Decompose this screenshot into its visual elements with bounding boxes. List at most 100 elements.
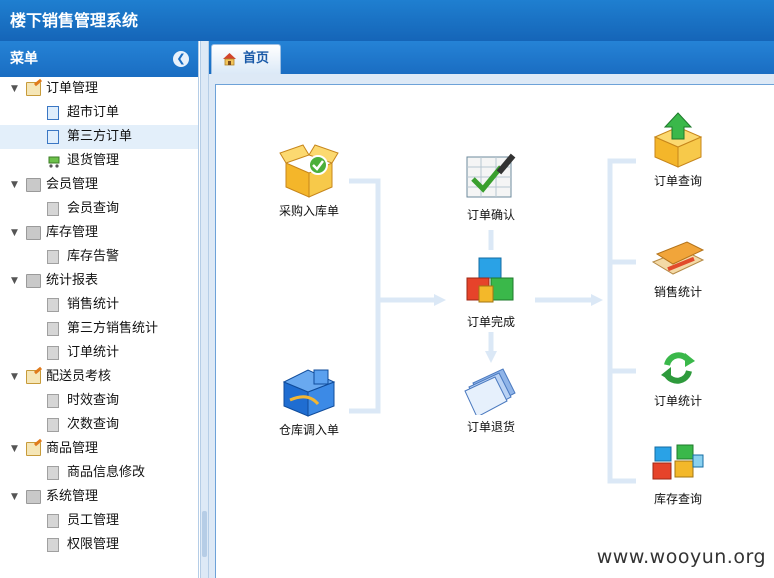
menu-group-1[interactable]: ▼ 会员管理 bbox=[0, 173, 198, 197]
menu-item-0-0[interactable]: 超市订单 bbox=[0, 101, 198, 125]
sidebar-splitter[interactable] bbox=[200, 41, 209, 578]
page-icon bbox=[47, 298, 59, 312]
menu-group-6[interactable]: ▼ 系统管理 bbox=[0, 485, 198, 509]
menu-item-label: 销售统计 bbox=[67, 297, 120, 312]
home-icon bbox=[223, 53, 236, 66]
spreadsheet-check-icon bbox=[466, 153, 516, 198]
menu-item-0-2[interactable]: 退货管理 bbox=[0, 149, 198, 173]
folder-icon bbox=[26, 226, 41, 240]
menu-header: 菜单 ❮ bbox=[0, 41, 198, 77]
expand-arrow-icon[interactable]: ▼ bbox=[11, 173, 18, 197]
menu-group-4[interactable]: ▼ 配送员考核 bbox=[0, 365, 198, 389]
menu-group-label: 库存管理 bbox=[46, 225, 99, 240]
folder-icon bbox=[26, 490, 41, 504]
menu-group-3[interactable]: ▼ 统计报表 bbox=[0, 269, 198, 293]
page-icon bbox=[47, 418, 59, 432]
notes-pencil-icon bbox=[651, 241, 705, 275]
refresh-icon bbox=[661, 352, 695, 384]
warehouse-icon bbox=[282, 369, 336, 417]
flow-order-confirm[interactable]: 订单确认 bbox=[451, 151, 531, 223]
page-icon bbox=[47, 130, 59, 144]
arrowhead-return bbox=[485, 351, 497, 363]
flow-order-stats-label: 订单统计 bbox=[653, 394, 702, 408]
flow-stock-query[interactable]: 库存查询 bbox=[643, 441, 713, 507]
menu-item-label: 订单统计 bbox=[67, 345, 120, 360]
flow-purchase-in[interactable]: 采购入库单 bbox=[269, 141, 349, 219]
expand-arrow-icon[interactable]: ▼ bbox=[11, 77, 18, 101]
menu-item-label: 超市订单 bbox=[67, 105, 120, 120]
boxes-icon bbox=[652, 444, 704, 480]
menu-item-0-1[interactable]: 第三方订单 bbox=[0, 125, 198, 149]
page-icon bbox=[47, 514, 59, 528]
flow-order-complete[interactable]: 订单完成 bbox=[451, 254, 531, 330]
menu-item-3-0[interactable]: 销售统计 bbox=[0, 293, 198, 317]
folder-edit-icon bbox=[26, 82, 41, 96]
menu-item-label: 第三方销售统计 bbox=[67, 321, 159, 336]
page-icon bbox=[47, 250, 59, 264]
flow-canvas: 采购入库单 仓库调入单 订单确认 订单完成 订单退货 订单查询 销售统计 订单统… bbox=[215, 84, 774, 578]
menu-group-label: 订单管理 bbox=[46, 81, 99, 96]
menu-title: 菜单 bbox=[10, 51, 38, 67]
page-icon bbox=[47, 346, 59, 360]
menu-item-label: 次数查询 bbox=[67, 417, 120, 432]
page-icon bbox=[47, 106, 59, 120]
flow-order-query[interactable]: 订单查询 bbox=[643, 111, 713, 189]
tab-home[interactable]: 首页 bbox=[211, 44, 281, 74]
expand-arrow-icon[interactable]: ▼ bbox=[11, 437, 18, 461]
menu-item-label: 权限管理 bbox=[67, 537, 120, 552]
documents-stack-icon bbox=[464, 368, 516, 415]
menu-item-6-0[interactable]: 员工管理 bbox=[0, 509, 198, 533]
menu-item-label: 时效查询 bbox=[67, 393, 120, 408]
arrowhead-right bbox=[591, 294, 603, 306]
expand-arrow-icon[interactable]: ▼ bbox=[11, 269, 18, 293]
menu-item-label: 第三方订单 bbox=[67, 129, 133, 144]
expand-arrow-icon[interactable]: ▼ bbox=[11, 485, 18, 509]
page-icon bbox=[47, 322, 59, 336]
menu-group-2[interactable]: ▼ 库存管理 bbox=[0, 221, 198, 245]
box-up-arrow-icon bbox=[653, 112, 703, 168]
tab-bar: 首页 bbox=[209, 41, 774, 74]
menu-item-4-1[interactable]: 次数查询 bbox=[0, 413, 198, 437]
menu-item-1-0[interactable]: 会员查询 bbox=[0, 197, 198, 221]
folder-icon bbox=[26, 274, 41, 288]
flow-purchase-in-label: 采购入库单 bbox=[278, 204, 339, 218]
bracket-left bbox=[349, 178, 381, 414]
app-title: 楼下销售管理系统 bbox=[10, 11, 139, 30]
menu-item-5-0[interactable]: 商品信息修改 bbox=[0, 461, 198, 485]
folder-icon bbox=[26, 178, 41, 192]
collapse-sidebar-icon[interactable]: ❮ bbox=[173, 51, 189, 67]
menu-item-label: 员工管理 bbox=[67, 513, 120, 528]
menu-item-4-0[interactable]: 时效查询 bbox=[0, 389, 198, 413]
flow-warehouse-transfer[interactable]: 仓库调入单 bbox=[269, 362, 349, 438]
sidebar-menu: 菜单 ❮ ▼ 订单管理 超市订单 第三方订单 退货管理 ▼ 会员管理 会员查询 ▼ 库存管理 库存告… bbox=[0, 41, 199, 578]
menu-item-3-1[interactable]: 第三方销售统计 bbox=[0, 317, 198, 341]
flow-order-confirm-label: 订单确认 bbox=[466, 208, 515, 222]
menu-group-label: 商品管理 bbox=[46, 441, 99, 456]
tab-home-label: 首页 bbox=[243, 51, 270, 66]
main-content: 采购入库单 仓库调入单 订单确认 订单完成 订单退货 订单查询 销售统计 订单统… bbox=[209, 74, 774, 578]
splitter-grip[interactable] bbox=[202, 511, 207, 557]
cubes-icon bbox=[466, 257, 514, 303]
page-icon bbox=[47, 466, 59, 480]
menu-group-label: 配送员考核 bbox=[46, 369, 112, 384]
expand-arrow-icon[interactable]: ▼ bbox=[11, 365, 18, 389]
menu-item-label: 退货管理 bbox=[67, 153, 120, 168]
menu-item-label: 库存告警 bbox=[67, 249, 120, 264]
expand-arrow-icon[interactable]: ▼ bbox=[11, 221, 18, 245]
menu-group-5[interactable]: ▼ 商品管理 bbox=[0, 437, 198, 461]
flow-order-stats[interactable]: 订单统计 bbox=[643, 345, 713, 409]
menu-tree: ▼ 订单管理 超市订单 第三方订单 退货管理 ▼ 会员管理 会员查询 ▼ 库存管理 库存告警 ▼ 统计报… bbox=[0, 77, 198, 557]
menu-group-0[interactable]: ▼ 订单管理 bbox=[0, 77, 198, 101]
page-icon bbox=[47, 538, 59, 552]
flow-sales-stats[interactable]: 销售统计 bbox=[643, 236, 713, 300]
menu-item-label: 商品信息修改 bbox=[67, 465, 146, 480]
menu-item-3-2[interactable]: 订单统计 bbox=[0, 341, 198, 365]
arrowhead-complete bbox=[434, 294, 446, 306]
menu-item-6-1[interactable]: 权限管理 bbox=[0, 533, 198, 557]
app-title-bar: 楼下销售管理系统 bbox=[0, 0, 774, 41]
menu-item-2-0[interactable]: 库存告警 bbox=[0, 245, 198, 269]
flow-warehouse-transfer-label: 仓库调入单 bbox=[278, 423, 339, 437]
flow-order-return[interactable]: 订单退货 bbox=[451, 363, 531, 435]
flow-order-return-label: 订单退货 bbox=[466, 420, 515, 434]
cart-icon bbox=[48, 156, 60, 168]
